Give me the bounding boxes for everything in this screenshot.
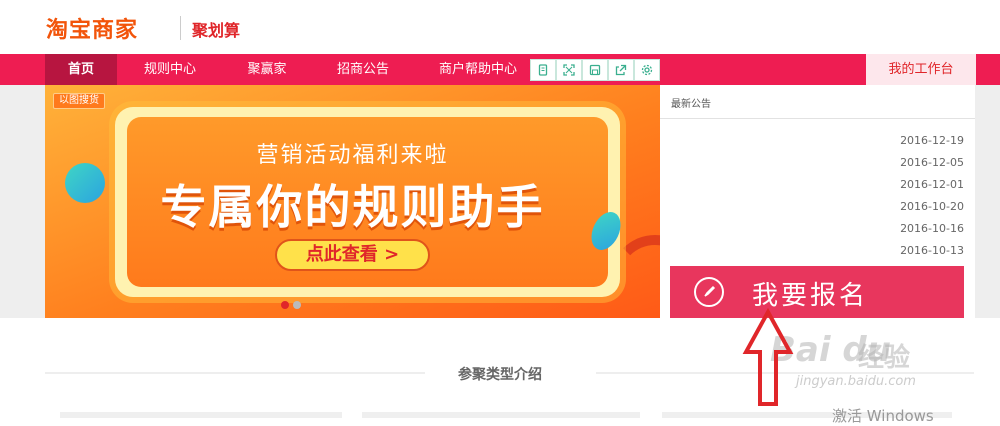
nav-item-rules-center[interactable]: 规则中心 xyxy=(130,54,210,85)
notice-title: 最新公告 xyxy=(671,99,711,110)
type-card[interactable] xyxy=(60,412,342,418)
promo-banner[interactable]: 以图搜货 营销活动福利来啦 专属你的规则助手 点此查看 > xyxy=(45,85,660,318)
header: 淘宝商家 聚划算 xyxy=(0,0,1000,54)
notice-date[interactable]: 2016-10-20 xyxy=(900,200,964,213)
my-workbench-link[interactable]: 我的工作台 xyxy=(866,54,976,85)
notice-date[interactable]: 2016-12-01 xyxy=(900,178,964,191)
toolbar xyxy=(530,59,660,81)
juhuasuan-logo[interactable]: 聚划算 xyxy=(192,17,240,41)
notice-panel: 最新公告 2016-12-19 2016-12-05 2016-12-01 20… xyxy=(660,85,975,318)
notice-date[interactable]: 2016-10-13 xyxy=(900,244,964,257)
nav-item-home[interactable]: 首页 xyxy=(45,54,117,85)
windows-activation-notice: 激活 Windows xyxy=(832,407,934,425)
document-icon[interactable] xyxy=(530,59,556,81)
carousel-dot-active[interactable] xyxy=(281,301,289,309)
main-nav: 首页 规则中心 聚赢家 招商公告 商户帮助中心 我的工作台 xyxy=(0,54,1000,85)
nav-item-help-center[interactable]: 商户帮助中心 xyxy=(436,54,520,85)
watermark-url: jingyan.baidu.com xyxy=(796,374,916,389)
jingyan-watermark: 经验 xyxy=(858,343,911,373)
carousel-dot[interactable] xyxy=(293,301,301,309)
carousel-dots xyxy=(281,301,301,309)
image-search-badge[interactable]: 以图搜货 xyxy=(53,93,105,109)
compass-icon xyxy=(694,277,724,307)
notice-date[interactable]: 2016-12-19 xyxy=(900,134,964,147)
logo-divider xyxy=(180,16,181,40)
settings-icon[interactable] xyxy=(634,59,660,81)
notice-date[interactable]: 2016-12-05 xyxy=(900,156,964,169)
banner-subtitle: 营销活动福利来啦 xyxy=(256,143,449,168)
notice-date[interactable]: 2016-10-16 xyxy=(900,222,964,235)
divider xyxy=(660,118,975,119)
view-now-button[interactable]: 点此查看 > xyxy=(275,239,430,271)
annotation-arrow-icon xyxy=(742,308,794,406)
nav-item-merchant-notices[interactable]: 招商公告 xyxy=(324,54,402,85)
taobao-seller-logo[interactable]: 淘宝商家 xyxy=(46,12,138,44)
signup-button[interactable]: 我要报名 xyxy=(670,266,964,318)
save-icon[interactable] xyxy=(582,59,608,81)
type-card[interactable] xyxy=(362,412,640,418)
banner-title: 专属你的规则助手 xyxy=(160,180,545,234)
expand-icon[interactable] xyxy=(556,59,582,81)
export-icon[interactable] xyxy=(608,59,634,81)
nav-item-juyingjia[interactable]: 聚赢家 xyxy=(230,54,304,85)
signup-label: 我要报名 xyxy=(752,281,869,311)
